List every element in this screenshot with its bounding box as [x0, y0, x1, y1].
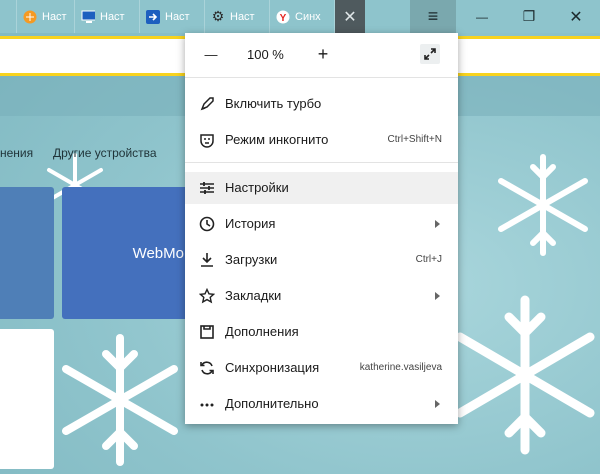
menu-item-label: Синхронизация: [225, 360, 320, 375]
shortcut-hint: Ctrl+Shift+N: [387, 134, 442, 145]
sync-account: katherine.vasiljeva: [359, 362, 442, 373]
menu-item-label: Режим инкогнито: [225, 132, 329, 147]
speed-dial-tile[interactable]: [0, 329, 54, 469]
fullscreen-icon: [424, 48, 436, 60]
tab-label: Наст: [42, 10, 67, 23]
menu-item-label: Дополнения: [225, 324, 299, 339]
tab-label: Наст: [100, 10, 125, 23]
menu-item-history[interactable]: История: [185, 208, 458, 240]
clock-icon: [199, 216, 215, 232]
rocket-icon: [199, 96, 215, 112]
sync-icon: [199, 360, 215, 376]
tab-bar: Наст Наст Наст ⚙ Наст Y Синх ✕ ≡ — ❐ ✕: [0, 0, 600, 33]
tab-1[interactable]: Наст: [17, 0, 75, 33]
menu-item-label: Загрузки: [225, 252, 278, 267]
snowflake-decoration: [455, 295, 595, 455]
submenu-arrow-icon: [435, 292, 440, 300]
menu-item-turbo[interactable]: Включить турбо: [185, 88, 458, 120]
monitor-icon: [81, 10, 95, 24]
minimize-button[interactable]: —: [459, 0, 505, 33]
link-other-devices[interactable]: Другие устройства: [53, 146, 157, 160]
incognito-icon: [199, 132, 215, 148]
submenu-arrow-icon: [435, 400, 440, 408]
menu-item-incognito[interactable]: Режим инкогнито Ctrl+Shift+N: [185, 124, 458, 156]
submenu-arrow-icon: [435, 220, 440, 228]
menu-divider: [185, 77, 458, 78]
browser-menu-button[interactable]: ≡: [410, 0, 456, 33]
gear-icon: ⚙: [211, 8, 225, 24]
tab-label: Наст: [165, 10, 190, 23]
restore-icon: ❐: [522, 8, 536, 24]
menu-item-label: Включить турбо: [225, 96, 322, 111]
close-icon: ✕: [569, 8, 583, 26]
menu-item-downloads[interactable]: Загрузки Ctrl+J: [185, 244, 458, 276]
more-dots-icon: [199, 396, 215, 412]
tab-close-button[interactable]: ✕: [335, 0, 365, 33]
tab-3[interactable]: Наст: [140, 0, 205, 33]
extensions-icon: [199, 324, 215, 340]
minimize-icon: —: [476, 9, 488, 24]
yandex-icon: Y: [276, 10, 290, 24]
tab-partial[interactable]: [0, 0, 17, 33]
menu-item-settings[interactable]: Настройки: [185, 172, 458, 204]
shortcut-hint: Ctrl+J: [415, 254, 442, 265]
tab-label: Наст: [230, 10, 255, 23]
menu-item-more[interactable]: Дополнительно: [185, 388, 458, 420]
zoom-out-button[interactable]: —: [201, 44, 221, 64]
fullscreen-button[interactable]: [420, 44, 440, 64]
restore-button[interactable]: ❐: [506, 0, 552, 33]
menu-item-label: Дополнительно: [225, 396, 319, 411]
menu-item-extensions[interactable]: Дополнения: [185, 316, 458, 348]
speed-dial-tile-webmoney[interactable]: WebMo: [62, 187, 192, 319]
tab-2[interactable]: Наст: [75, 0, 140, 33]
zoom-row: — 100 % +: [185, 33, 458, 77]
star-icon: [199, 288, 215, 304]
menu-item-label: Закладки: [225, 288, 282, 303]
tab-5[interactable]: Y Синх: [270, 0, 335, 33]
menu-item-label: Настройки: [225, 180, 289, 195]
menu-item-bookmarks[interactable]: Закладки: [185, 280, 458, 312]
browser-main-menu: — 100 % + Включить турбо Режим инкогнито…: [185, 33, 458, 424]
speed-dial-tile[interactable]: [0, 187, 54, 319]
close-window-button[interactable]: ✕: [553, 0, 599, 33]
svg-text:Y: Y: [280, 13, 287, 24]
tab-label: Синх: [295, 10, 321, 23]
menu-item-label: История: [225, 216, 276, 231]
tile-label: WebMo: [132, 244, 184, 262]
tab-4[interactable]: ⚙ Наст: [205, 0, 270, 33]
snowflake-decoration: [62, 334, 178, 466]
menu-item-sync[interactable]: Синхронизация katherine.vasiljeva: [185, 352, 458, 384]
snowflake-decoration: [498, 154, 588, 256]
orange-circle-icon: [23, 10, 37, 24]
link-partial[interactable]: нения: [0, 146, 33, 160]
menu-divider: [185, 162, 458, 163]
arrow-right-icon: [146, 9, 160, 24]
zoom-in-button[interactable]: +: [313, 44, 333, 64]
zoom-level: 100 %: [247, 47, 284, 62]
settings-sliders-icon: [199, 180, 215, 196]
download-icon: [199, 252, 215, 268]
